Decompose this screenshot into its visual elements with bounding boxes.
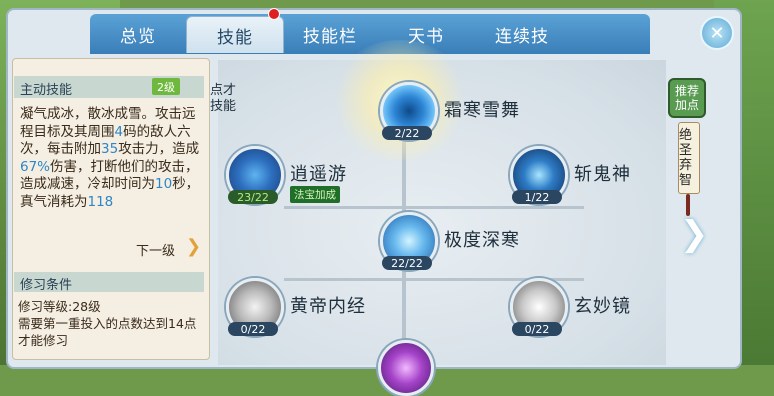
tab-combo[interactable]: 连续技 (474, 16, 570, 52)
skill-point-count: 23/22 (228, 190, 278, 204)
skill-scroll-title: 绝圣弃智 (678, 122, 700, 194)
treasure-bonus-badge: 法宝加成 (290, 186, 340, 203)
skill-point-count: 0/22 (228, 322, 278, 336)
requirement-text: 修习等级:28级 需要第一重投入的点数达到14点才能修习 (18, 298, 204, 349)
requirement-line: 修习等级:28级 (18, 299, 101, 314)
overlay-text: 点才 技能 (210, 83, 236, 115)
purple-skill-icon[interactable] (378, 340, 434, 396)
tassel-decoration (686, 194, 690, 216)
desc-number: 118 (87, 193, 114, 210)
skill-node-xiaoyaoyou[interactable]: 23/22 逍遥游 法宝加成 (226, 146, 398, 206)
close-button[interactable]: ✕ (700, 16, 734, 50)
skill-node-extreme-cold[interactable]: 22/22 极度深寒 (380, 212, 552, 272)
skill-name: 极度深寒 (444, 230, 520, 251)
tab-overview[interactable]: 总览 (90, 16, 186, 52)
skill-level-badge: 2级 (152, 78, 180, 95)
skill-point-count: 2/22 (382, 126, 432, 140)
notification-dot (268, 8, 280, 20)
desc-number: 4 (114, 123, 124, 140)
next-level-label[interactable]: 下一级 (136, 240, 175, 259)
requirement-header: 修习条件 (14, 272, 204, 293)
skill-type-label: 主动技能 (20, 83, 73, 98)
skill-node-frost-snow-dance[interactable]: 2/22 霜寒雪舞 (380, 82, 552, 142)
skill-name: 逍遥游 (290, 164, 347, 185)
skill-node-xuanmiao-mirror[interactable]: 0/22 玄妙镜 (510, 278, 682, 338)
desc-number: 67% (20, 158, 51, 175)
overlay-line: 技能 (210, 99, 237, 114)
next-level-arrow-icon[interactable]: ❯ (186, 236, 202, 258)
skill-name: 斩鬼神 (574, 164, 631, 185)
tree-connector-line (284, 206, 584, 209)
recommend-points-button[interactable]: 推荐加点 (668, 78, 706, 118)
overlay-line: 点才 (210, 83, 237, 98)
skill-type-header: 主动技能 2级 (14, 76, 204, 98)
skill-node-zhan-guishen[interactable]: 1/22 斩鬼神 (510, 146, 682, 206)
requirement-line: 需要第一重投入的点数达到14点才能修习 (18, 316, 197, 348)
skill-point-count: 22/22 (382, 256, 432, 270)
skill-description: 凝气成冰，散冰成雪。攻击远程目标及其周围4码的敌人六次，每击附加35攻击力，造成… (20, 106, 204, 211)
tab-skill-bar[interactable]: 技能栏 (282, 16, 378, 52)
skill-node-huangdi-neijing[interactable]: 0/22 黄帝内经 (226, 278, 398, 338)
desc-number: 35 (101, 141, 119, 157)
scroll-label: 绝圣弃智 (679, 128, 693, 188)
skill-point-count: 0/22 (512, 322, 562, 336)
skill-name: 玄妙镜 (574, 296, 631, 317)
skill-name: 霜寒雪舞 (444, 100, 520, 121)
requirement-header-label: 修习条件 (20, 278, 73, 293)
chevron-right-icon[interactable]: ❯ (680, 214, 710, 260)
skill-point-count: 1/22 (512, 190, 562, 204)
tab-skills[interactable]: 技能 (186, 16, 284, 53)
skill-name: 黄帝内经 (290, 296, 366, 317)
close-icon: ✕ (709, 22, 725, 44)
desc-number: 10 (155, 176, 173, 192)
desc-text: 攻击力，造成 (118, 141, 200, 157)
